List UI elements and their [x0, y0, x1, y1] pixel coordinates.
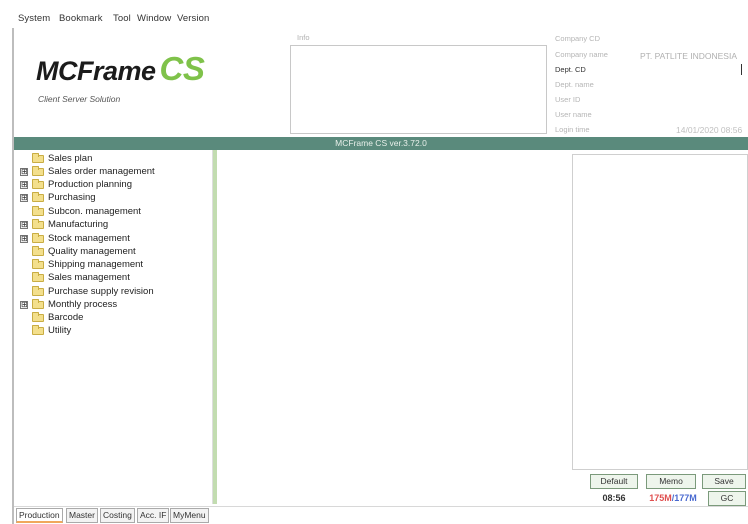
- clock-display: 08:56: [602, 493, 626, 503]
- main-content-area: [217, 150, 570, 504]
- expand-icon[interactable]: ⊞: [20, 221, 28, 229]
- default-button[interactable]: Default: [590, 474, 638, 489]
- menu-bookmark[interactable]: Bookmark: [59, 13, 103, 24]
- menu-tree: Sales plan ⊞ Sales order management ⊞ Pr…: [14, 150, 213, 504]
- tree-item-label: Subcon. management: [48, 206, 141, 217]
- company-name-value: PT. PATLITE INDONESIA: [640, 51, 737, 61]
- tree-item-label: Purchase supply revision: [48, 286, 154, 297]
- folder-icon: [32, 246, 44, 256]
- tab-production[interactable]: Production: [16, 508, 63, 523]
- tab-costing[interactable]: Costing: [100, 508, 135, 523]
- logo-main-text: MCFrame: [36, 56, 156, 86]
- tab-mymenu[interactable]: MyMenu: [170, 508, 209, 523]
- info-box: [290, 45, 547, 134]
- company-name-label: Company name: [555, 50, 608, 59]
- tree-item-label: Purchasing: [48, 192, 96, 203]
- dept-cd-input[interactable]: [741, 64, 742, 75]
- folder-icon: [32, 233, 44, 243]
- info-label: Info: [297, 33, 310, 42]
- dept-name-label: Dept. name: [555, 80, 594, 89]
- memo-panel[interactable]: [572, 154, 748, 470]
- folder-icon: [32, 312, 44, 322]
- expand-icon[interactable]: ⊞: [20, 301, 28, 309]
- folder-icon: [32, 325, 44, 335]
- folder-icon: [32, 206, 44, 216]
- user-id-label: User ID: [555, 95, 581, 104]
- tree-item-label: Production planning: [48, 179, 132, 190]
- logo-accent-text: CS: [159, 50, 205, 87]
- tree-item-label: Quality management: [48, 246, 136, 257]
- memory-total: 177M: [674, 493, 697, 503]
- title-bar: MCFrame CS ver.3.72.0: [14, 137, 748, 150]
- dept-cd-label: Dept. CD: [555, 65, 586, 74]
- menu-tool[interactable]: Tool: [113, 13, 131, 24]
- folder-icon: [32, 299, 44, 309]
- bottom-tab-bar: Production Master Costing Acc. IF MyMenu: [14, 506, 748, 524]
- tree-item-label: Barcode: [48, 312, 84, 323]
- tree-item-label: Sales order management: [48, 166, 155, 177]
- expand-icon[interactable]: ⊞: [20, 181, 28, 189]
- tree-item-label: Sales plan: [48, 153, 93, 164]
- folder-icon: [32, 272, 44, 282]
- folder-icon: [32, 219, 44, 229]
- save-button[interactable]: Save: [702, 474, 746, 489]
- menu-version[interactable]: Version: [177, 13, 209, 24]
- folder-icon: [32, 259, 44, 269]
- login-time-label: Login time: [555, 125, 590, 134]
- memory-used: 175M: [649, 493, 672, 503]
- tab-master[interactable]: Master: [66, 508, 98, 523]
- gc-button[interactable]: GC: [708, 491, 746, 506]
- folder-icon: [32, 286, 44, 296]
- menu-window[interactable]: Window: [137, 13, 171, 24]
- tree-item-label: Sales management: [48, 272, 130, 283]
- tree-item-label: Stock management: [48, 233, 130, 244]
- folder-icon: [32, 192, 44, 202]
- tree-item-label: Utility: [48, 325, 72, 336]
- version-title: MCFrame CS ver.3.72.0: [335, 138, 427, 148]
- expand-icon[interactable]: ⊞: [20, 168, 28, 176]
- logo-tagline: Client Server Solution: [38, 94, 121, 104]
- app-logo: MCFrame CS: [36, 50, 205, 88]
- menu-bar: System Bookmark Tool Window Version: [0, 0, 748, 28]
- login-time-value: 14/01/2020 08:56: [676, 125, 743, 135]
- expand-icon[interactable]: ⊞: [20, 235, 28, 243]
- user-name-label: User name: [555, 110, 592, 119]
- tree-item-label: Monthly process: [48, 299, 118, 310]
- folder-icon: [32, 166, 44, 176]
- folder-icon: [32, 179, 44, 189]
- memory-usage: 175M/177M: [644, 491, 702, 505]
- expand-icon[interactable]: ⊞: [20, 194, 28, 202]
- tree-item-label: Manufacturing: [48, 219, 109, 230]
- menu-system[interactable]: System: [18, 13, 50, 24]
- tree-item-label: Shipping management: [48, 259, 144, 270]
- company-cd-label: Company CD: [555, 34, 601, 43]
- folder-icon: [32, 153, 44, 163]
- tab-acc-if[interactable]: Acc. IF: [137, 508, 170, 523]
- memo-button[interactable]: Memo: [646, 474, 696, 489]
